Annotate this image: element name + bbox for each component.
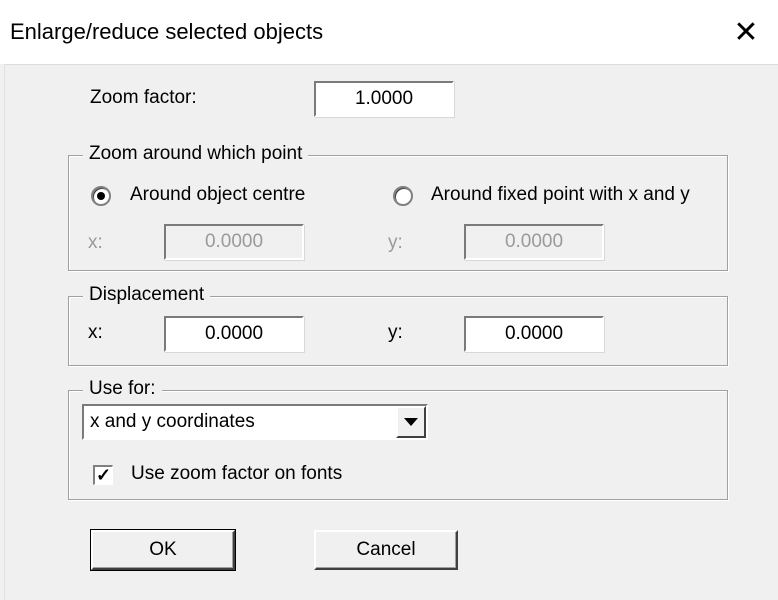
title-bar: Enlarge/reduce selected objects ✕	[0, 0, 778, 65]
dialog: Enlarge/reduce selected objects ✕ Zoom f…	[0, 0, 778, 600]
checkmark-icon: ✓	[95, 465, 112, 485]
use-for-selected-value: x and y coordinates	[90, 411, 255, 432]
radio-around-object-centre[interactable]	[91, 186, 111, 206]
close-icon[interactable]: ✕	[714, 0, 778, 64]
displacement-x-input[interactable]: 0.0000	[164, 316, 304, 352]
fixed-y-label: y:	[388, 232, 403, 253]
fixed-x-label: x:	[88, 232, 103, 253]
radio-selected-dot	[97, 192, 105, 200]
fixed-y-input[interactable]: 0.0000	[464, 224, 604, 260]
dropdown-arrow[interactable]	[396, 406, 426, 438]
displacement-legend: Displacement	[83, 284, 211, 306]
use-zoom-on-fonts-checkbox[interactable]: ✓	[93, 465, 113, 485]
radio-around-fixed-point-label[interactable]: Around fixed point with x and y	[431, 184, 690, 206]
radio-around-fixed-point[interactable]	[393, 186, 413, 206]
radio-around-object-centre-label[interactable]: Around object centre	[130, 184, 305, 206]
fixed-x-input[interactable]: 0.0000	[164, 224, 304, 260]
zoom-factor-input[interactable]: 1.0000	[314, 81, 454, 117]
chevron-down-icon	[404, 418, 418, 426]
cancel-button[interactable]: Cancel	[314, 530, 458, 570]
zoom-point-legend: Zoom around which point	[83, 143, 309, 165]
displacement-y-label: y:	[388, 322, 403, 343]
use-for-legend: Use for:	[83, 378, 162, 400]
ok-button[interactable]: OK	[90, 529, 236, 571]
use-zoom-on-fonts-label[interactable]: Use zoom factor on fonts	[131, 463, 342, 485]
use-for-select[interactable]: x and y coordinates	[82, 404, 428, 440]
displacement-y-input[interactable]: 0.0000	[464, 316, 604, 352]
displacement-x-label: x:	[88, 322, 103, 343]
window-title: Enlarge/reduce selected objects	[10, 19, 324, 44]
zoom-factor-label: Zoom factor:	[90, 87, 197, 108]
window-edge	[0, 64, 5, 600]
